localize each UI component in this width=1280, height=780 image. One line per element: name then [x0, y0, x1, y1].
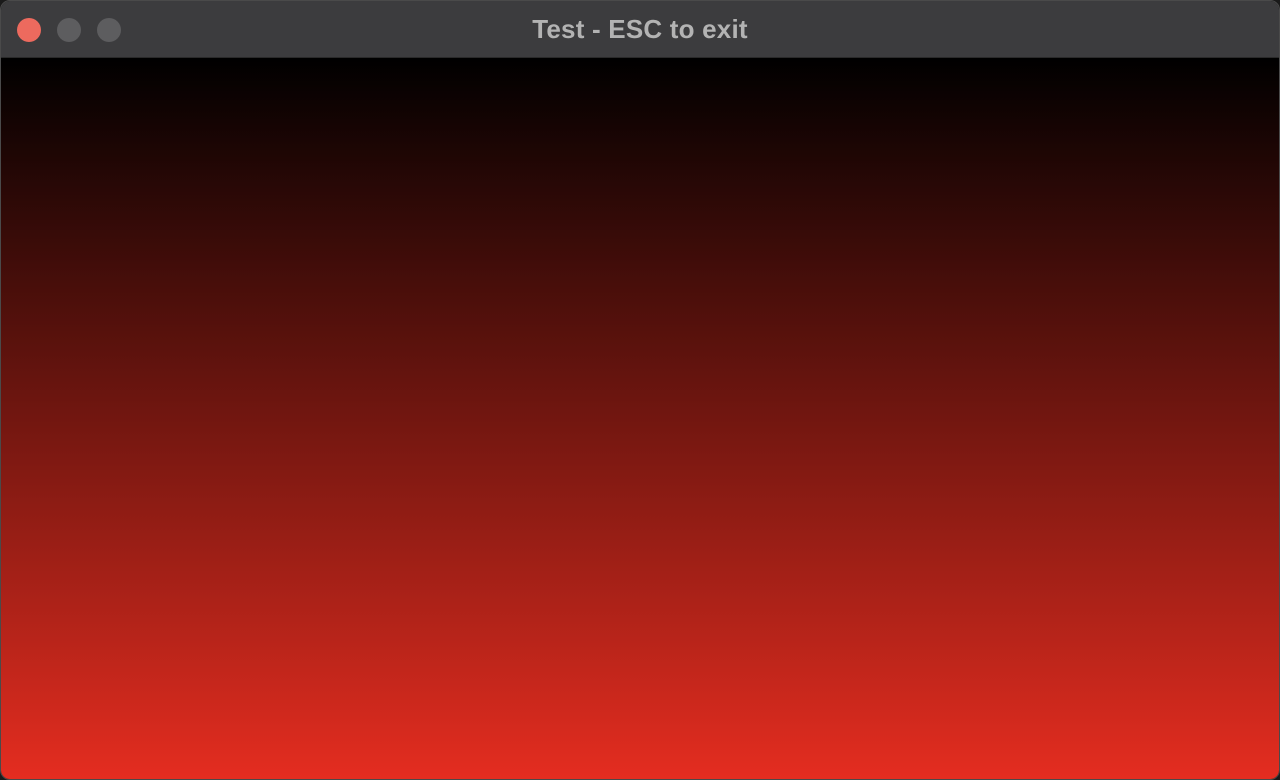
- gradient-canvas[interactable]: [1, 58, 1279, 779]
- app-window: Test - ESC to exit: [0, 0, 1280, 780]
- window-title: Test - ESC to exit: [532, 14, 748, 44]
- title-bar[interactable]: Test - ESC to exit: [1, 1, 1279, 58]
